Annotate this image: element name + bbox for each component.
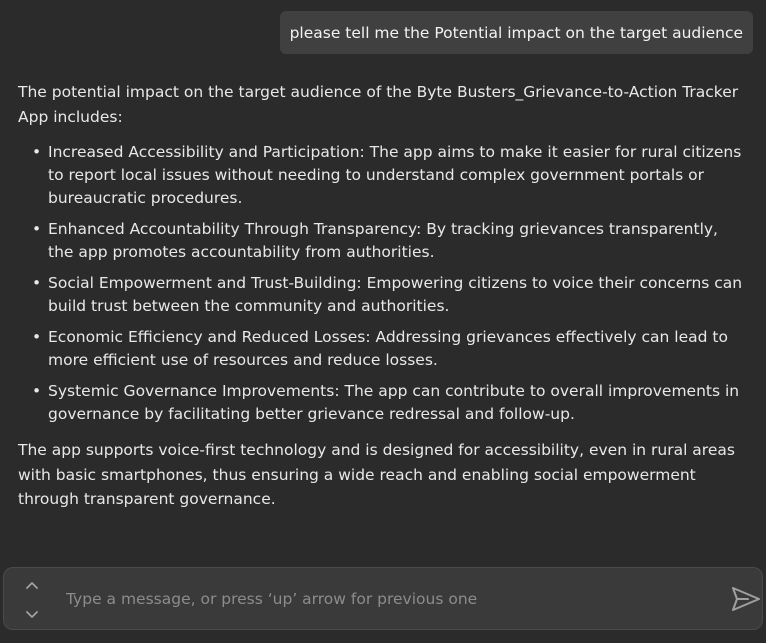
list-item: • Systemic Governance Improvements: The … [32, 380, 748, 426]
list-item: • Enhanced Accountability Through Transp… [32, 218, 748, 264]
list-item: • Social Empowerment and Trust-Building:… [32, 272, 748, 318]
list-item: • Economic Efficiency and Reduced Losses… [32, 326, 748, 372]
message-input[interactable] [64, 586, 708, 612]
assistant-conclusion: The app supports voice-first technology … [18, 441, 735, 508]
chat-window: please tell me the Potential impact on t… [0, 0, 766, 643]
list-item-text: Economic Efficiency and Reduced Losses: … [48, 328, 728, 369]
list-item: • Increased Accessibility and Participat… [32, 141, 748, 210]
bullet-marker: • [32, 382, 42, 400]
chevron-down-icon[interactable] [24, 608, 40, 620]
impact-list: • Increased Accessibility and Participat… [18, 141, 748, 426]
list-item-text: Increased Accessibility and Participatio… [48, 143, 742, 207]
assistant-intro: The potential impact on the target audie… [18, 83, 739, 126]
chevron-up-icon[interactable] [24, 580, 40, 592]
history-navigation [23, 580, 41, 620]
message-composer [3, 567, 763, 630]
list-item-text: Systemic Governance Improvements: The ap… [48, 382, 740, 423]
assistant-message: The potential impact on the target audie… [18, 80, 748, 512]
bullet-marker: • [32, 328, 42, 346]
bullet-marker: • [32, 220, 42, 238]
send-icon[interactable] [731, 585, 761, 613]
user-message-bubble: please tell me the Potential impact on t… [279, 11, 753, 54]
bullet-marker: • [32, 143, 42, 161]
list-item-text: Social Empowerment and Trust-Building: E… [48, 274, 743, 315]
bullet-marker: • [32, 274, 42, 292]
list-item-text: Enhanced Accountability Through Transpar… [48, 220, 718, 261]
